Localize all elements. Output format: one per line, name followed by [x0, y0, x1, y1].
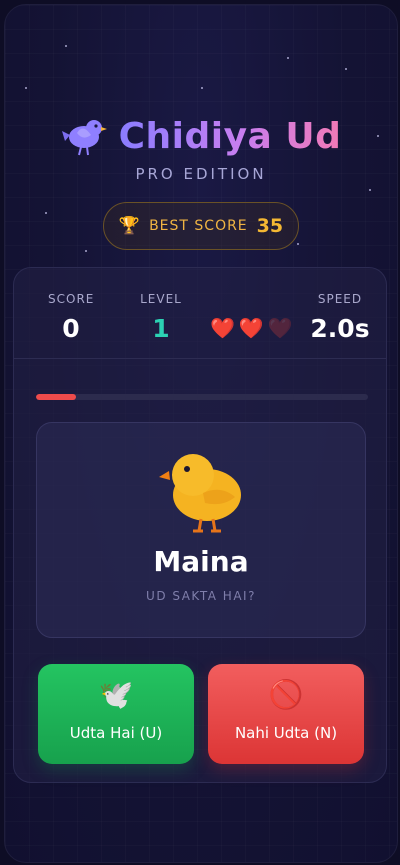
lives-indicator: ❤️ ❤️ ❤️ — [210, 316, 293, 340]
dove-icon: 🕊️ — [98, 678, 134, 711]
timer-progress-bar — [36, 394, 368, 400]
best-score-label: BEST SCORE — [149, 218, 248, 234]
score-stat: SCORE 0 — [48, 292, 94, 343]
star-decoration — [25, 87, 27, 89]
score-value: 0 — [62, 314, 80, 343]
game-screen: Chidiya Ud PRO EDITION 🏆 BEST SCORE 35 S… — [4, 4, 398, 863]
star-decoration — [287, 57, 289, 59]
star-decoration — [201, 87, 203, 89]
does-not-fly-button-label: Nahi Udta (N) — [234, 724, 338, 742]
flies-button-label: Udta Hai (U) — [69, 724, 163, 742]
star-decoration — [369, 189, 371, 191]
star-decoration — [65, 45, 67, 47]
prohibited-icon: 🚫 — [268, 678, 304, 711]
best-score-badge: 🏆 BEST SCORE 35 — [103, 202, 299, 250]
timer-progress-fill — [36, 394, 76, 400]
speed-value: 2.0s — [310, 314, 370, 343]
level-label: LEVEL — [140, 292, 182, 306]
star-decoration — [345, 68, 347, 70]
bird-icon — [61, 120, 107, 156]
game-panel: SCORE 0 LEVEL 1 ❤️ ❤️ ❤️ SPEED 2.0s Main… — [13, 267, 387, 783]
speed-stat: SPEED 2.0s — [310, 292, 370, 343]
trophy-icon: 🏆 — [118, 216, 141, 236]
bird-name: Maina — [153, 545, 249, 578]
app-title: Chidiya Ud — [118, 115, 342, 157]
best-score-value: 35 — [256, 215, 284, 237]
speed-label: SPEED — [317, 292, 363, 306]
panel-divider — [14, 358, 386, 359]
heart-full-icon: ❤️ — [210, 316, 235, 340]
app-subtitle: PRO EDITION — [135, 165, 267, 183]
heart-full-icon: ❤️ — [238, 316, 264, 340]
heart-empty-icon: ❤️ — [267, 316, 293, 340]
does-not-fly-button[interactable]: 🚫 Nahi Udta (N) — [208, 664, 364, 764]
star-decoration — [85, 250, 87, 252]
level-value: 1 — [152, 314, 170, 343]
level-stat: LEVEL 1 — [140, 292, 182, 343]
app-header: Chidiya Ud — [5, 115, 397, 157]
question-card: Maina UD SAKTA HAI? — [36, 422, 366, 638]
question-prompt: UD SAKTA HAI? — [146, 589, 256, 603]
star-decoration — [45, 212, 47, 214]
flies-button[interactable]: 🕊️ Udta Hai (U) — [38, 664, 194, 764]
score-label: SCORE — [48, 292, 95, 306]
chick-icon — [159, 454, 241, 533]
star-decoration — [297, 243, 299, 245]
